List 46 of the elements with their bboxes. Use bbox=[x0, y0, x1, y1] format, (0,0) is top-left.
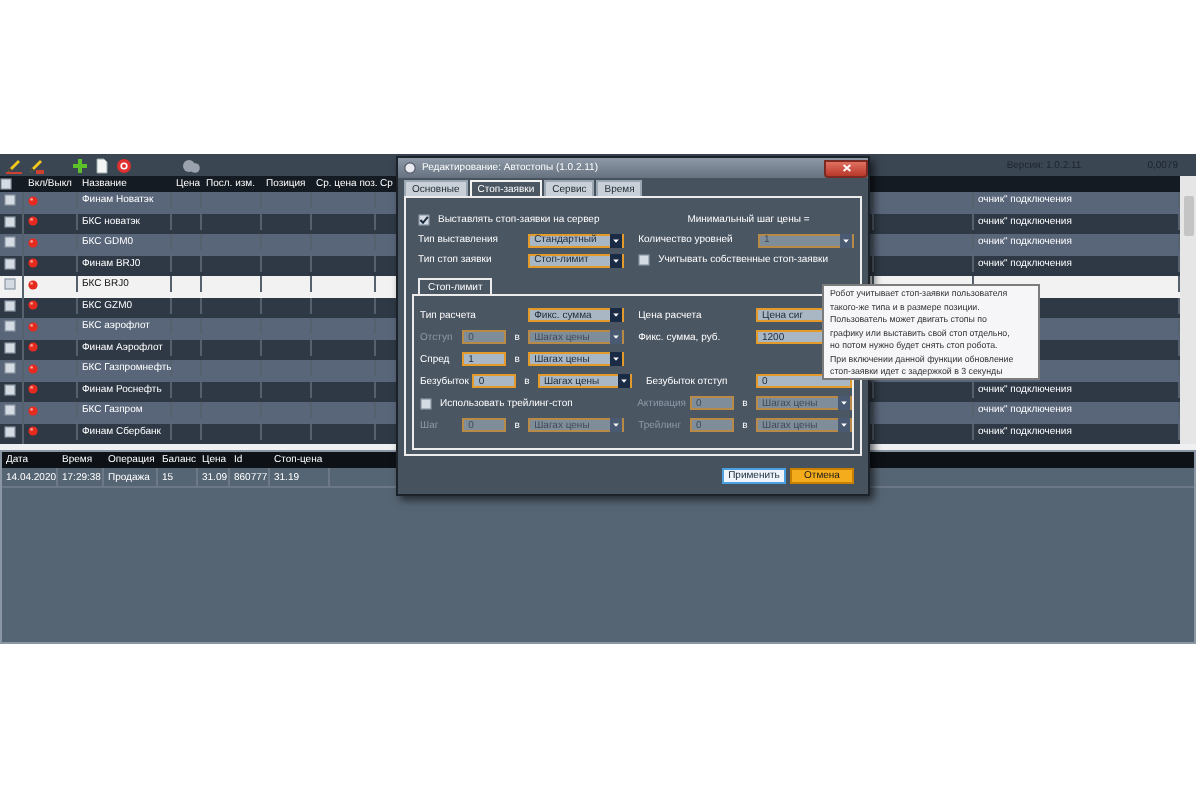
checkbox[interactable] bbox=[4, 341, 16, 354]
caret-icon bbox=[610, 253, 623, 267]
status-dot-icon bbox=[28, 363, 38, 374]
caret-icon bbox=[838, 418, 850, 432]
checkbox[interactable] bbox=[638, 254, 651, 266]
status-dot-icon bbox=[28, 405, 38, 416]
status-dot-icon bbox=[28, 321, 38, 332]
checkbox[interactable] bbox=[4, 362, 16, 375]
checkbox[interactable] bbox=[4, 404, 16, 417]
window-icon bbox=[404, 162, 416, 174]
caret-icon bbox=[838, 396, 850, 410]
caret-icon bbox=[840, 233, 852, 247]
caret-icon bbox=[610, 308, 623, 322]
caret-icon bbox=[610, 418, 623, 432]
checkbox[interactable] bbox=[4, 236, 16, 249]
checkbox[interactable] bbox=[0, 178, 12, 190]
checkbox[interactable] bbox=[418, 214, 430, 226]
status-dot-icon bbox=[28, 279, 38, 290]
close-button[interactable] bbox=[824, 159, 868, 177]
status-dot-icon bbox=[28, 384, 38, 395]
caret-icon bbox=[610, 330, 623, 344]
close-icon bbox=[841, 164, 851, 172]
status-dot-icon bbox=[28, 216, 38, 227]
status-dot-icon bbox=[28, 195, 38, 206]
status-dot-icon bbox=[28, 258, 38, 269]
checkbox[interactable] bbox=[4, 257, 16, 270]
status-dot-icon bbox=[28, 426, 38, 437]
status-dot-icon bbox=[28, 237, 38, 248]
checkbox[interactable] bbox=[4, 278, 16, 291]
checkbox[interactable] bbox=[4, 215, 16, 228]
scrollbar[interactable] bbox=[1180, 176, 1196, 444]
checkbox[interactable] bbox=[4, 299, 16, 312]
plus-icon[interactable] bbox=[72, 157, 88, 173]
checkbox[interactable] bbox=[4, 194, 16, 207]
checkbox[interactable] bbox=[4, 425, 16, 438]
checkbox[interactable] bbox=[420, 397, 432, 409]
pencil-icon[interactable] bbox=[28, 157, 44, 173]
caret-icon bbox=[618, 374, 631, 388]
status-dot-icon bbox=[28, 342, 38, 353]
status-dot-icon bbox=[28, 300, 38, 311]
caret-icon bbox=[610, 352, 623, 366]
checkbox[interactable] bbox=[4, 320, 16, 333]
pencil-icon[interactable] bbox=[6, 157, 22, 173]
checkbox[interactable] bbox=[4, 383, 16, 396]
caret-icon bbox=[610, 233, 623, 247]
stop-icon[interactable] bbox=[116, 157, 132, 173]
